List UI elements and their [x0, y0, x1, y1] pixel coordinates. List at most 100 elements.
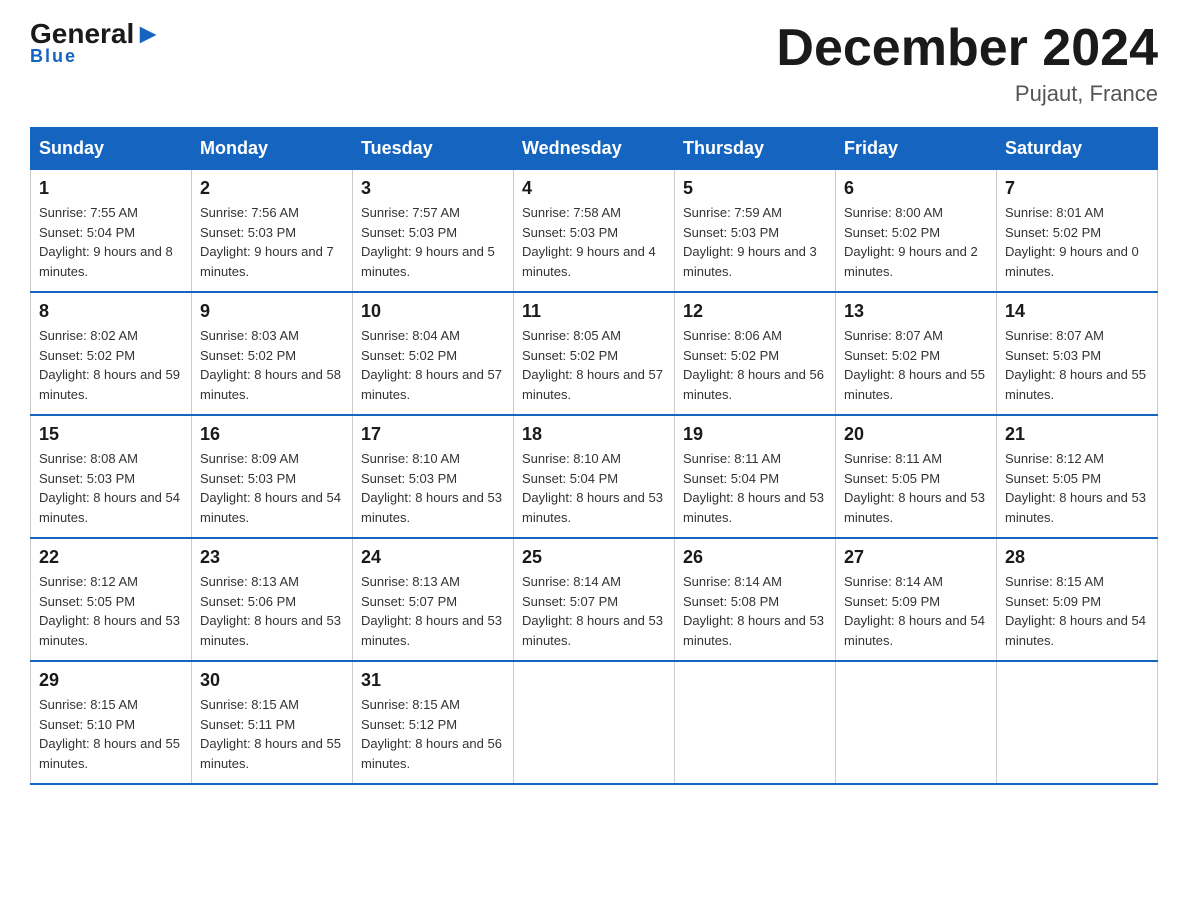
calendar-cell: 18 Sunrise: 8:10 AMSunset: 5:04 PMDaylig… — [514, 415, 675, 538]
logo-text: General► — [30, 20, 162, 48]
day-info: Sunrise: 8:14 AMSunset: 5:07 PMDaylight:… — [522, 572, 666, 650]
day-info: Sunrise: 8:07 AMSunset: 5:02 PMDaylight:… — [844, 326, 988, 404]
day-info: Sunrise: 7:55 AMSunset: 5:04 PMDaylight:… — [39, 203, 183, 281]
day-number: 15 — [39, 424, 183, 445]
calendar-cell: 30 Sunrise: 8:15 AMSunset: 5:11 PMDaylig… — [192, 661, 353, 784]
calendar-day-header: Tuesday — [353, 128, 514, 170]
location: Pujaut, France — [776, 81, 1158, 107]
calendar-week-row: 8 Sunrise: 8:02 AMSunset: 5:02 PMDayligh… — [31, 292, 1158, 415]
calendar-cell — [997, 661, 1158, 784]
calendar-cell: 11 Sunrise: 8:05 AMSunset: 5:02 PMDaylig… — [514, 292, 675, 415]
day-number: 20 — [844, 424, 988, 445]
calendar-day-header: Friday — [836, 128, 997, 170]
day-number: 11 — [522, 301, 666, 322]
day-number: 9 — [200, 301, 344, 322]
day-number: 5 — [683, 178, 827, 199]
calendar-week-row: 15 Sunrise: 8:08 AMSunset: 5:03 PMDaylig… — [31, 415, 1158, 538]
calendar-cell: 7 Sunrise: 8:01 AMSunset: 5:02 PMDayligh… — [997, 170, 1158, 293]
calendar-week-row: 29 Sunrise: 8:15 AMSunset: 5:10 PMDaylig… — [31, 661, 1158, 784]
day-info: Sunrise: 8:10 AMSunset: 5:03 PMDaylight:… — [361, 449, 505, 527]
day-number: 29 — [39, 670, 183, 691]
day-info: Sunrise: 8:00 AMSunset: 5:02 PMDaylight:… — [844, 203, 988, 281]
day-info: Sunrise: 8:12 AMSunset: 5:05 PMDaylight:… — [39, 572, 183, 650]
day-number: 23 — [200, 547, 344, 568]
calendar-table: SundayMondayTuesdayWednesdayThursdayFrid… — [30, 127, 1158, 785]
calendar-cell: 10 Sunrise: 8:04 AMSunset: 5:02 PMDaylig… — [353, 292, 514, 415]
calendar-cell — [514, 661, 675, 784]
calendar-cell: 14 Sunrise: 8:07 AMSunset: 5:03 PMDaylig… — [997, 292, 1158, 415]
calendar-cell: 5 Sunrise: 7:59 AMSunset: 5:03 PMDayligh… — [675, 170, 836, 293]
day-number: 31 — [361, 670, 505, 691]
day-info: Sunrise: 8:08 AMSunset: 5:03 PMDaylight:… — [39, 449, 183, 527]
day-number: 21 — [1005, 424, 1149, 445]
day-number: 1 — [39, 178, 183, 199]
calendar-cell: 4 Sunrise: 7:58 AMSunset: 5:03 PMDayligh… — [514, 170, 675, 293]
calendar-header-row: SundayMondayTuesdayWednesdayThursdayFrid… — [31, 128, 1158, 170]
day-number: 7 — [1005, 178, 1149, 199]
calendar-cell: 19 Sunrise: 8:11 AMSunset: 5:04 PMDaylig… — [675, 415, 836, 538]
day-number: 10 — [361, 301, 505, 322]
calendar-cell: 24 Sunrise: 8:13 AMSunset: 5:07 PMDaylig… — [353, 538, 514, 661]
calendar-cell: 13 Sunrise: 8:07 AMSunset: 5:02 PMDaylig… — [836, 292, 997, 415]
calendar-day-header: Monday — [192, 128, 353, 170]
day-number: 12 — [683, 301, 827, 322]
day-number: 28 — [1005, 547, 1149, 568]
day-number: 30 — [200, 670, 344, 691]
day-info: Sunrise: 8:13 AMSunset: 5:06 PMDaylight:… — [200, 572, 344, 650]
day-info: Sunrise: 8:15 AMSunset: 5:09 PMDaylight:… — [1005, 572, 1149, 650]
day-info: Sunrise: 8:02 AMSunset: 5:02 PMDaylight:… — [39, 326, 183, 404]
header-right: December 2024 Pujaut, France — [776, 20, 1158, 107]
calendar-cell: 16 Sunrise: 8:09 AMSunset: 5:03 PMDaylig… — [192, 415, 353, 538]
day-info: Sunrise: 8:13 AMSunset: 5:07 PMDaylight:… — [361, 572, 505, 650]
day-number: 3 — [361, 178, 505, 199]
day-info: Sunrise: 8:05 AMSunset: 5:02 PMDaylight:… — [522, 326, 666, 404]
day-info: Sunrise: 8:01 AMSunset: 5:02 PMDaylight:… — [1005, 203, 1149, 281]
day-number: 2 — [200, 178, 344, 199]
calendar-cell: 8 Sunrise: 8:02 AMSunset: 5:02 PMDayligh… — [31, 292, 192, 415]
calendar-day-header: Thursday — [675, 128, 836, 170]
day-info: Sunrise: 8:06 AMSunset: 5:02 PMDaylight:… — [683, 326, 827, 404]
day-info: Sunrise: 7:58 AMSunset: 5:03 PMDaylight:… — [522, 203, 666, 281]
day-info: Sunrise: 8:12 AMSunset: 5:05 PMDaylight:… — [1005, 449, 1149, 527]
calendar-day-header: Wednesday — [514, 128, 675, 170]
day-number: 13 — [844, 301, 988, 322]
month-title: December 2024 — [776, 20, 1158, 77]
day-info: Sunrise: 7:56 AMSunset: 5:03 PMDaylight:… — [200, 203, 344, 281]
calendar-week-row: 22 Sunrise: 8:12 AMSunset: 5:05 PMDaylig… — [31, 538, 1158, 661]
day-info: Sunrise: 8:03 AMSunset: 5:02 PMDaylight:… — [200, 326, 344, 404]
day-info: Sunrise: 8:11 AMSunset: 5:04 PMDaylight:… — [683, 449, 827, 527]
logo: General► Blue — [30, 20, 162, 67]
day-number: 4 — [522, 178, 666, 199]
calendar-cell: 23 Sunrise: 8:13 AMSunset: 5:06 PMDaylig… — [192, 538, 353, 661]
day-info: Sunrise: 8:09 AMSunset: 5:03 PMDaylight:… — [200, 449, 344, 527]
calendar-cell — [836, 661, 997, 784]
calendar-cell: 28 Sunrise: 8:15 AMSunset: 5:09 PMDaylig… — [997, 538, 1158, 661]
day-number: 19 — [683, 424, 827, 445]
calendar-cell: 1 Sunrise: 7:55 AMSunset: 5:04 PMDayligh… — [31, 170, 192, 293]
calendar-cell: 20 Sunrise: 8:11 AMSunset: 5:05 PMDaylig… — [836, 415, 997, 538]
day-info: Sunrise: 8:15 AMSunset: 5:10 PMDaylight:… — [39, 695, 183, 773]
calendar-cell: 27 Sunrise: 8:14 AMSunset: 5:09 PMDaylig… — [836, 538, 997, 661]
day-info: Sunrise: 8:11 AMSunset: 5:05 PMDaylight:… — [844, 449, 988, 527]
day-info: Sunrise: 7:57 AMSunset: 5:03 PMDaylight:… — [361, 203, 505, 281]
day-info: Sunrise: 8:15 AMSunset: 5:11 PMDaylight:… — [200, 695, 344, 773]
calendar-cell: 2 Sunrise: 7:56 AMSunset: 5:03 PMDayligh… — [192, 170, 353, 293]
logo-blue-text: Blue — [30, 46, 77, 67]
day-number: 6 — [844, 178, 988, 199]
calendar-cell: 15 Sunrise: 8:08 AMSunset: 5:03 PMDaylig… — [31, 415, 192, 538]
day-number: 22 — [39, 547, 183, 568]
calendar-cell: 6 Sunrise: 8:00 AMSunset: 5:02 PMDayligh… — [836, 170, 997, 293]
calendar-cell: 3 Sunrise: 7:57 AMSunset: 5:03 PMDayligh… — [353, 170, 514, 293]
day-number: 25 — [522, 547, 666, 568]
calendar-cell: 25 Sunrise: 8:14 AMSunset: 5:07 PMDaylig… — [514, 538, 675, 661]
day-number: 8 — [39, 301, 183, 322]
day-number: 17 — [361, 424, 505, 445]
day-number: 26 — [683, 547, 827, 568]
day-info: Sunrise: 8:04 AMSunset: 5:02 PMDaylight:… — [361, 326, 505, 404]
page-header: General► Blue December 2024 Pujaut, Fran… — [30, 20, 1158, 107]
day-number: 24 — [361, 547, 505, 568]
day-info: Sunrise: 7:59 AMSunset: 5:03 PMDaylight:… — [683, 203, 827, 281]
calendar-day-header: Sunday — [31, 128, 192, 170]
calendar-cell: 31 Sunrise: 8:15 AMSunset: 5:12 PMDaylig… — [353, 661, 514, 784]
calendar-cell: 17 Sunrise: 8:10 AMSunset: 5:03 PMDaylig… — [353, 415, 514, 538]
